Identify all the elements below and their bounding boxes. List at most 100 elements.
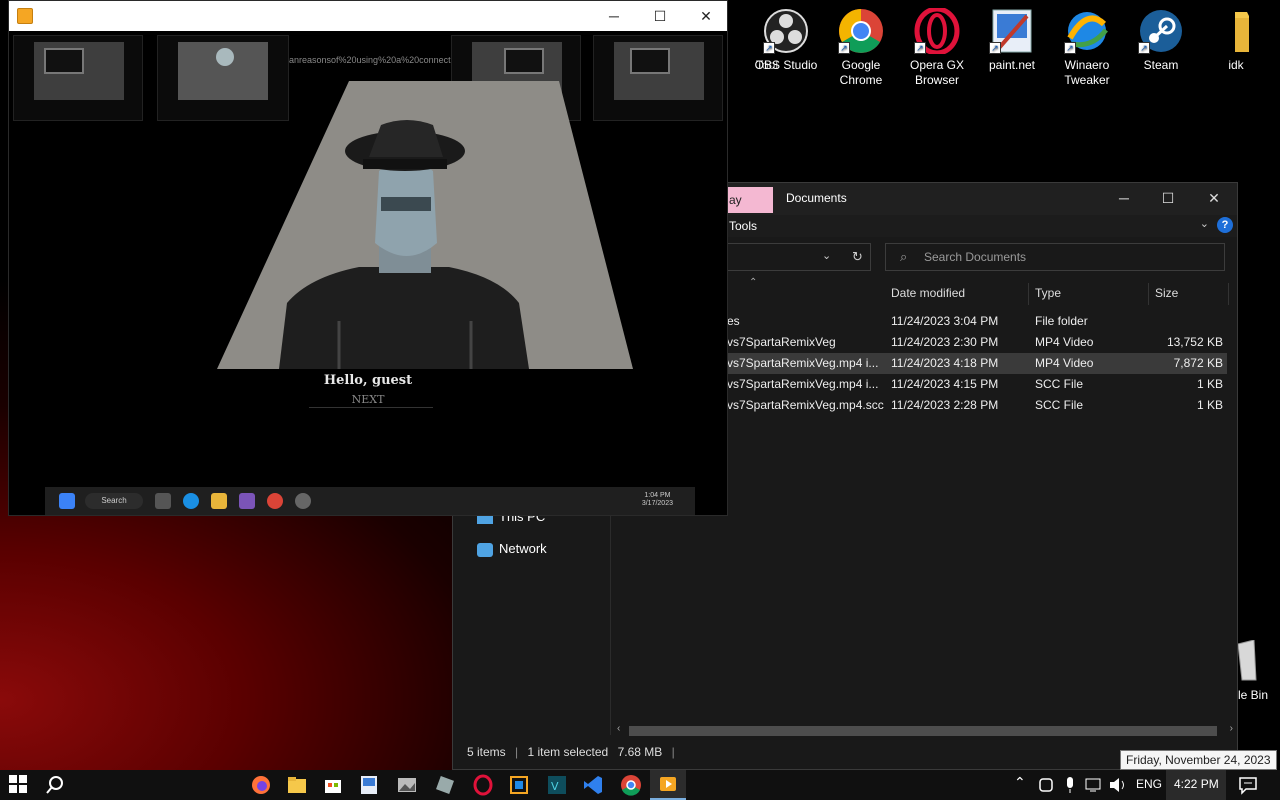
taskbar-vscode-icon[interactable]	[582, 774, 604, 796]
file-row[interactable]: vs7SpartaRemixVeg.mp4 i... 11/24/2023 4:1…	[723, 353, 1227, 374]
desktop-icon-label: OBS Studio	[754, 58, 818, 72]
dialog-text: Hello, guest	[323, 373, 413, 388]
steam-logo-icon: ↗	[1138, 8, 1184, 54]
sort-up-icon: ⌃	[749, 277, 758, 288]
visual-studio-icon	[239, 493, 255, 509]
desktop-icon-label: idk	[1228, 58, 1244, 72]
winaero-tweaker-icon[interactable]: ↗ Winaero Tweaker	[1049, 0, 1125, 88]
scrollbar-thumb[interactable]	[629, 726, 1217, 736]
taskbar-chrome-icon[interactable]	[620, 774, 642, 796]
file-row[interactable]: vs7SpartaRemixVeg.mp4 i... 11/24/2023 4:1…	[723, 374, 1227, 395]
edge-icon	[183, 493, 199, 509]
taskbar-file-explorer-icon[interactable]	[286, 774, 308, 796]
vlc-app-icon	[17, 8, 33, 24]
start-button[interactable]	[8, 774, 30, 796]
network-tray-icon[interactable]	[1084, 775, 1104, 795]
ribbon-tools-tab[interactable]: Tools	[729, 219, 757, 233]
column-size[interactable]: Size	[1149, 283, 1229, 305]
nav-item-network[interactable]: Network	[477, 541, 547, 557]
taskbar-vegas-icon[interactable]: V	[546, 774, 568, 796]
chevron-down-icon[interactable]: ⌄	[822, 249, 831, 262]
taskbar-paint-net-icon[interactable]	[358, 774, 380, 796]
taskbar-photos-icon[interactable]	[396, 774, 418, 796]
chrome-icon	[267, 493, 283, 509]
video-frame[interactable]: anreasonsof%20using%20a%20connecti Hello…	[9, 31, 727, 515]
file-name: vs7SpartaRemixVeg.mp4 i...	[727, 356, 879, 370]
obs-studio-icon[interactable]: ↗ OBS Studio	[748, 0, 824, 73]
task-view-icon	[155, 493, 171, 509]
desktop-icon-label: Winaero Tweaker	[1064, 58, 1110, 87]
file-size: 7,872 KB	[1173, 356, 1223, 370]
file-row[interactable]: es 11/24/2023 3:04 PM File folder	[723, 311, 1227, 332]
file-size: 1 KB	[1196, 398, 1223, 412]
search-button[interactable]	[44, 774, 66, 796]
close-button[interactable]: ✕	[683, 1, 729, 31]
opera-gx-icon[interactable]: ↗ Opera GX Browser	[899, 0, 975, 88]
idk-folder-icon[interactable]: idk	[1198, 0, 1274, 73]
address-bar[interactable]: ⌄ ↻	[713, 243, 871, 271]
steam-icon[interactable]: ↗ Steam	[1123, 0, 1199, 73]
column-type[interactable]: Type	[1029, 283, 1149, 305]
nav-label: Network	[499, 541, 547, 556]
folder-icon	[1213, 8, 1259, 54]
recycle-bin-icon[interactable]	[1234, 639, 1280, 682]
notifications-icon[interactable]	[1238, 775, 1258, 795]
desktop-icon-label: Opera GX Browser	[909, 58, 965, 87]
scroll-left-icon[interactable]: ‹	[617, 723, 620, 734]
microphone-icon[interactable]	[1060, 775, 1080, 795]
file-row[interactable]: vs7SpartaRemixVeg 11/24/2023 2:30 PM MP4 V…	[723, 332, 1227, 353]
recycle-bin-label: le Bin	[1238, 688, 1269, 702]
minimize-button[interactable]: ─	[1101, 183, 1147, 213]
file-date: 11/24/2023 4:18 PM	[891, 356, 999, 370]
status-selected: 1 item selected	[527, 745, 609, 759]
file-type: MP4 Video	[1035, 356, 1094, 370]
desktop-icon-label: Steam	[1143, 58, 1179, 72]
clock-time: 4:22 PM	[1174, 777, 1219, 791]
inner-search-pill: Search	[85, 493, 143, 509]
taskbar-store-icon[interactable]	[322, 774, 344, 796]
maximize-button[interactable]: ☐	[637, 1, 683, 31]
file-type: SCC File	[1035, 377, 1084, 391]
taskbar-vlc-active[interactable]	[650, 770, 686, 800]
chevron-down-icon[interactable]: ⌄	[1200, 217, 1209, 230]
language-indicator[interactable]: ENG	[1136, 777, 1162, 791]
chevron-up-icon[interactable]: ⌃	[1014, 774, 1026, 791]
opera-gx-logo-icon: ↗	[914, 6, 960, 56]
file-name: es	[727, 314, 740, 328]
desktop-icon-label: Google Chrome	[839, 58, 883, 87]
maximize-button[interactable]: ☐	[1145, 183, 1191, 213]
file-name: vs7SpartaRemixVeg.mp4.scc	[727, 398, 884, 412]
search-icon	[46, 776, 63, 794]
tray-app-icon[interactable]	[1036, 775, 1056, 795]
column-date-modified[interactable]: Date modified	[885, 283, 1029, 305]
paint-net-icon[interactable]: ↗ paint.net	[974, 0, 1050, 73]
search-input[interactable]: ⌕ Search Documents	[885, 243, 1225, 271]
help-icon[interactable]: ?	[1217, 217, 1233, 233]
file-type: SCC File	[1035, 398, 1084, 412]
clock-button[interactable]: 4:22 PM	[1166, 770, 1226, 800]
refresh-icon[interactable]: ↻	[852, 249, 863, 265]
file-row[interactable]: vs7SpartaRemixVeg.mp4.scc 11/24/2023 2:28…	[723, 395, 1227, 416]
horizontal-scrollbar[interactable]: ‹ ›	[615, 723, 1235, 739]
taskbar-app-icon[interactable]	[434, 774, 456, 796]
window-title: Documents	[786, 191, 847, 205]
file-name: vs7SpartaRemixVeg	[727, 335, 836, 349]
inner-clock: 1:04 PM 3/17/2023	[642, 492, 673, 508]
inner-time: 1:04 PM	[644, 492, 671, 499]
next-button[interactable]: NEXT	[9, 393, 727, 406]
taskbar-app-icon-2[interactable]	[508, 774, 530, 796]
taskbar-opera-gx-icon[interactable]	[472, 774, 494, 796]
context-tab[interactable]: ay	[725, 187, 773, 213]
network-icon	[477, 542, 493, 557]
winaero-logo-icon: ↗	[1064, 8, 1110, 54]
volume-icon[interactable]	[1108, 775, 1128, 795]
close-button[interactable]: ✕	[1191, 183, 1237, 213]
minimize-button[interactable]: ─	[591, 1, 637, 31]
player-titlebar[interactable]: ─ ☐ ✕	[9, 1, 727, 31]
app-icon	[295, 493, 311, 509]
google-chrome-icon[interactable]: ↗ Google Chrome	[823, 0, 899, 88]
taskbar-firefox-icon[interactable]	[250, 774, 272, 796]
obs-logo-icon: ↗	[763, 8, 809, 54]
scroll-right-icon[interactable]: ›	[1230, 723, 1233, 734]
windows-start-icon	[59, 493, 75, 509]
